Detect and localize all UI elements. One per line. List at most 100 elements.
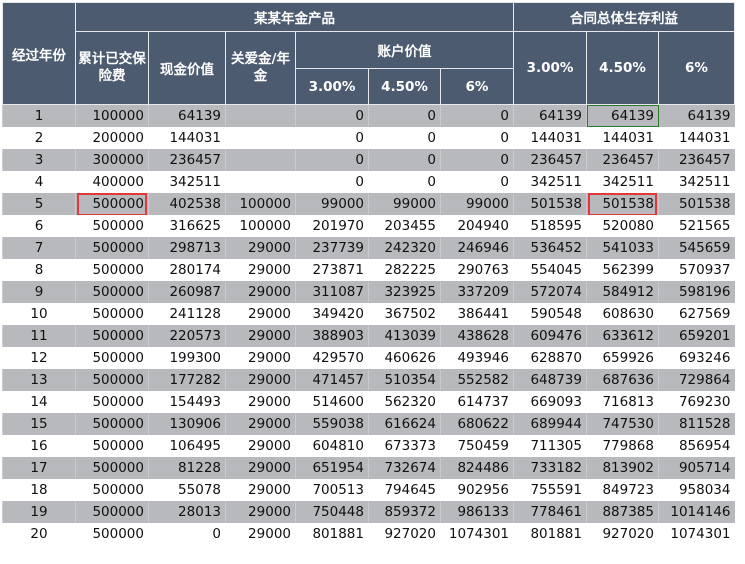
cell-premium[interactable]: 500000 bbox=[75, 478, 149, 501]
cell-benefit-6[interactable]: 729864 bbox=[658, 368, 735, 391]
cell-account-3[interactable]: 349420 bbox=[295, 302, 369, 325]
cell-benefit-4-5[interactable]: 927020 bbox=[586, 522, 659, 545]
cell-account-6[interactable]: 0 bbox=[440, 126, 514, 149]
cell-account-6[interactable]: 614737 bbox=[440, 390, 514, 413]
cell-year[interactable]: 12 bbox=[2, 346, 76, 369]
cell-account-4-5[interactable]: 732674 bbox=[368, 456, 441, 479]
cell-year[interactable]: 17 bbox=[2, 456, 76, 479]
cell-benefit-4-5[interactable]: 584912 bbox=[586, 280, 659, 303]
cell-benefit-3[interactable]: 648739 bbox=[513, 368, 587, 391]
cell-cash-value[interactable]: 106495 bbox=[148, 434, 226, 457]
cell-account-3[interactable]: 559038 bbox=[295, 412, 369, 435]
cell-benefit-6[interactable]: 64139 bbox=[658, 104, 735, 127]
cell-benefit-3[interactable]: 778461 bbox=[513, 500, 587, 523]
cell-year[interactable]: 5 bbox=[2, 192, 76, 215]
cell-account-4-5[interactable]: 616624 bbox=[368, 412, 441, 435]
cell-benefit-6[interactable]: 811528 bbox=[658, 412, 735, 435]
cell-premium[interactable]: 500000 bbox=[75, 390, 149, 413]
cell-premium[interactable]: 500000 bbox=[75, 368, 149, 391]
cell-account-3[interactable]: 0 bbox=[295, 126, 369, 149]
cell-benefit-6[interactable]: 769230 bbox=[658, 390, 735, 413]
cell-benefit-3[interactable]: 689944 bbox=[513, 412, 587, 435]
cell-account-4-5[interactable]: 323925 bbox=[368, 280, 441, 303]
cell-account-6[interactable]: 902956 bbox=[440, 478, 514, 501]
cell-account-4-5[interactable]: 203455 bbox=[368, 214, 441, 237]
cell-benefit-4-5[interactable]: 144031 bbox=[586, 126, 659, 149]
cell-year[interactable]: 13 bbox=[2, 368, 76, 391]
cell-premium[interactable]: 500000 bbox=[75, 412, 149, 435]
cell-care-annuity[interactable]: 29000 bbox=[225, 412, 296, 435]
cell-benefit-3[interactable]: 609476 bbox=[513, 324, 587, 347]
cell-year[interactable]: 6 bbox=[2, 214, 76, 237]
cell-benefit-3[interactable]: 733182 bbox=[513, 456, 587, 479]
cell-account-3[interactable]: 311087 bbox=[295, 280, 369, 303]
cell-account-3[interactable]: 604810 bbox=[295, 434, 369, 457]
cell-year[interactable]: 20 bbox=[2, 522, 76, 545]
cell-cash-value[interactable]: 220573 bbox=[148, 324, 226, 347]
cell-benefit-3[interactable]: 144031 bbox=[513, 126, 587, 149]
cell-benefit-6[interactable]: 501538 bbox=[658, 192, 735, 215]
cell-benefit-3[interactable]: 501538 bbox=[513, 192, 587, 215]
cell-care-annuity[interactable] bbox=[225, 104, 296, 127]
cell-account-3[interactable]: 99000 bbox=[295, 192, 369, 215]
cell-account-3[interactable]: 514600 bbox=[295, 390, 369, 413]
cell-account-4-5[interactable]: 794645 bbox=[368, 478, 441, 501]
cell-year[interactable]: 18 bbox=[2, 478, 76, 501]
cell-benefit-6[interactable]: 693246 bbox=[658, 346, 735, 369]
cell-account-3[interactable]: 201970 bbox=[295, 214, 369, 237]
cell-account-6[interactable]: 246946 bbox=[440, 236, 514, 259]
cell-account-6[interactable]: 493946 bbox=[440, 346, 514, 369]
cell-year[interactable]: 7 bbox=[2, 236, 76, 259]
cell-account-4-5[interactable]: 859372 bbox=[368, 500, 441, 523]
cell-account-6[interactable]: 750459 bbox=[440, 434, 514, 457]
cell-benefit-6[interactable]: 1074301 bbox=[658, 522, 735, 545]
cell-account-3[interactable]: 651954 bbox=[295, 456, 369, 479]
cell-year[interactable]: 11 bbox=[2, 324, 76, 347]
cell-care-annuity[interactable]: 29000 bbox=[225, 522, 296, 545]
cell-account-4-5[interactable]: 0 bbox=[368, 104, 441, 127]
cell-cash-value[interactable]: 144031 bbox=[148, 126, 226, 149]
cell-benefit-6[interactable]: 342511 bbox=[658, 170, 735, 193]
cell-year[interactable]: 1 bbox=[2, 104, 76, 127]
cell-premium[interactable]: 500000 bbox=[75, 346, 149, 369]
cell-premium[interactable]: 100000 bbox=[75, 104, 149, 127]
cell-benefit-3[interactable]: 536452 bbox=[513, 236, 587, 259]
cell-account-3[interactable]: 0 bbox=[295, 104, 369, 127]
cell-benefit-4-5[interactable]: 541033 bbox=[586, 236, 659, 259]
cell-premium[interactable]: 500000 bbox=[75, 434, 149, 457]
cell-account-6[interactable]: 386441 bbox=[440, 302, 514, 325]
cell-account-6[interactable]: 1074301 bbox=[440, 522, 514, 545]
cell-account-3[interactable]: 471457 bbox=[295, 368, 369, 391]
selected-cell[interactable]: 64139 bbox=[586, 104, 659, 127]
cell-benefit-4-5[interactable]: 608630 bbox=[586, 302, 659, 325]
cell-account-3[interactable]: 429570 bbox=[295, 346, 369, 369]
cell-cash-value[interactable]: 81228 bbox=[148, 456, 226, 479]
cell-premium[interactable]: 500000 bbox=[75, 456, 149, 479]
cell-benefit-4-5[interactable]: 747530 bbox=[586, 412, 659, 435]
cell-benefit-3[interactable]: 64139 bbox=[513, 104, 587, 127]
cell-account-4-5[interactable]: 282225 bbox=[368, 258, 441, 281]
cell-care-annuity[interactable]: 29000 bbox=[225, 434, 296, 457]
cell-cash-value[interactable]: 154493 bbox=[148, 390, 226, 413]
cell-account-4-5[interactable]: 562320 bbox=[368, 390, 441, 413]
cell-cash-value[interactable]: 0 bbox=[148, 522, 226, 545]
cell-cash-value[interactable]: 260987 bbox=[148, 280, 226, 303]
cell-account-6[interactable]: 0 bbox=[440, 170, 514, 193]
cell-account-6[interactable]: 680622 bbox=[440, 412, 514, 435]
cell-cash-value[interactable]: 342511 bbox=[148, 170, 226, 193]
cell-account-4-5[interactable]: 460626 bbox=[368, 346, 441, 369]
cell-year[interactable]: 9 bbox=[2, 280, 76, 303]
cell-cash-value[interactable]: 241128 bbox=[148, 302, 226, 325]
cell-account-4-5[interactable]: 673373 bbox=[368, 434, 441, 457]
cell-benefit-4-5[interactable]: 633612 bbox=[586, 324, 659, 347]
cell-account-3[interactable]: 801881 bbox=[295, 522, 369, 545]
cell-year[interactable]: 4 bbox=[2, 170, 76, 193]
cell-account-6[interactable]: 986133 bbox=[440, 500, 514, 523]
cell-year[interactable]: 2 bbox=[2, 126, 76, 149]
cell-benefit-6[interactable]: 545659 bbox=[658, 236, 735, 259]
cell-account-3[interactable]: 0 bbox=[295, 170, 369, 193]
cell-care-annuity[interactable] bbox=[225, 148, 296, 171]
cell-premium[interactable]: 500000 bbox=[75, 258, 149, 281]
cell-benefit-6[interactable]: 627569 bbox=[658, 302, 735, 325]
cell-account-3[interactable]: 0 bbox=[295, 148, 369, 171]
